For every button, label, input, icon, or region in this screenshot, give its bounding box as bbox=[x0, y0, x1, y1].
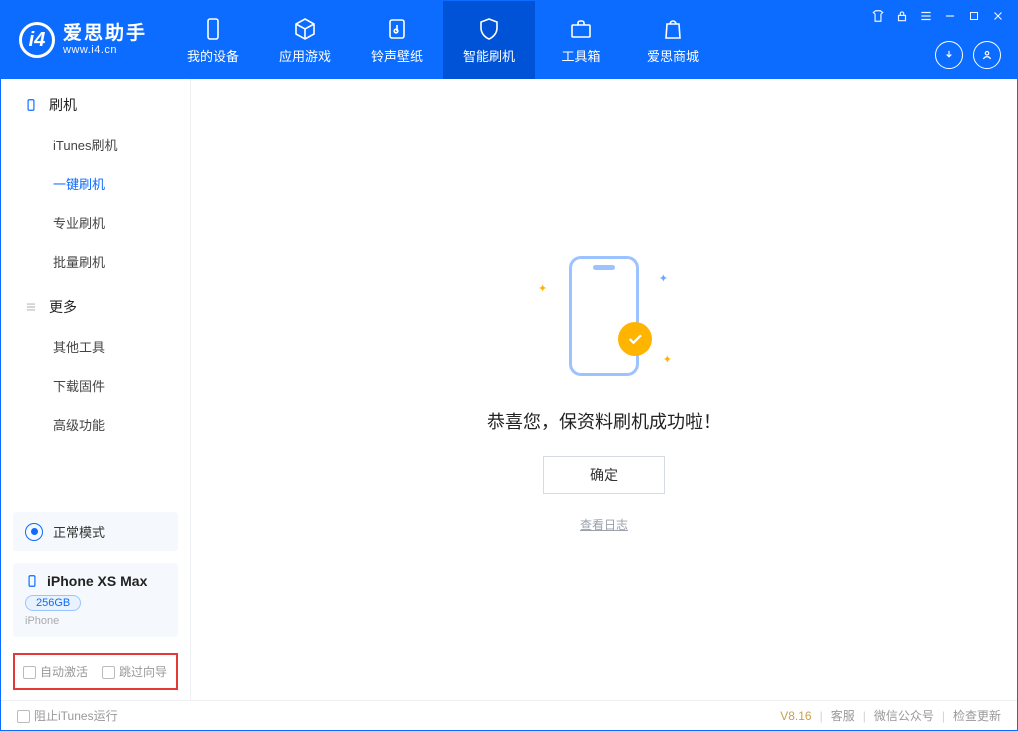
device-name: iPhone XS Max bbox=[47, 573, 147, 589]
device-mode-card[interactable]: 正常模式 bbox=[13, 512, 178, 551]
sidebar: 刷机 iTunes刷机 一键刷机 专业刷机 批量刷机 更多 其他工具 下载固件 … bbox=[1, 79, 191, 700]
sidebar-group-flash: 刷机 bbox=[1, 79, 190, 125]
briefcase-icon bbox=[568, 16, 594, 42]
nav-label: 应用游戏 bbox=[279, 46, 331, 65]
app-header: i4 爱思助手 www.i4.cn 我的设备 应用游戏 铃声壁纸 智能刷机 工具… bbox=[1, 1, 1017, 79]
sidebar-item-advanced[interactable]: 高级功能 bbox=[1, 405, 190, 444]
sidebar-item-itunes-flash[interactable]: iTunes刷机 bbox=[1, 125, 190, 164]
sidebar-item-pro-flash[interactable]: 专业刷机 bbox=[1, 203, 190, 242]
window-controls bbox=[869, 7, 1007, 25]
ok-button[interactable]: 确定 bbox=[543, 456, 665, 494]
phone-icon bbox=[25, 574, 39, 588]
sidebar-group-label: 更多 bbox=[49, 297, 77, 317]
flash-options-row: 自动激活 跳过向导 bbox=[13, 653, 178, 690]
checkbox-block-itunes[interactable]: 阻止iTunes运行 bbox=[17, 707, 118, 724]
main-content: ✦ ✦ ✦ 恭喜您，保资料刷机成功啦！ 确定 查看日志 bbox=[191, 79, 1017, 700]
nav-label: 智能刷机 bbox=[463, 46, 515, 65]
app-body: 刷机 iTunes刷机 一键刷机 专业刷机 批量刷机 更多 其他工具 下载固件 … bbox=[1, 79, 1017, 700]
mode-indicator-icon bbox=[25, 523, 43, 541]
status-bar: 阻止iTunes运行 V8.16 | 客服 | 微信公众号 | 检查更新 bbox=[1, 700, 1017, 730]
nav-my-device[interactable]: 我的设备 bbox=[167, 1, 259, 79]
phone-icon bbox=[200, 16, 226, 42]
sidebar-group-more: 更多 bbox=[1, 281, 190, 327]
nav-smart-flash[interactable]: 智能刷机 bbox=[443, 1, 535, 79]
download-button[interactable] bbox=[935, 41, 963, 69]
sidebar-item-batch-flash[interactable]: 批量刷机 bbox=[1, 242, 190, 281]
sparkle-icon: ✦ bbox=[538, 282, 547, 295]
phone-icon bbox=[569, 256, 639, 376]
checkbox-skip-wizard[interactable]: 跳过向导 bbox=[102, 663, 167, 680]
device-storage-badge: 256GB bbox=[25, 595, 81, 611]
minimize-button[interactable] bbox=[941, 7, 959, 25]
music-note-icon bbox=[384, 16, 410, 42]
nav-label: 铃声壁纸 bbox=[371, 46, 423, 65]
user-button[interactable] bbox=[973, 41, 1001, 69]
nav-store[interactable]: 爱思商城 bbox=[627, 1, 719, 79]
close-button[interactable] bbox=[989, 7, 1007, 25]
list-icon bbox=[23, 299, 39, 315]
shield-icon bbox=[476, 16, 502, 42]
wechat-link[interactable]: 微信公众号 bbox=[874, 707, 934, 724]
menu-icon[interactable] bbox=[917, 7, 935, 25]
lock-icon[interactable] bbox=[893, 7, 911, 25]
logo-icon: i4 bbox=[19, 22, 55, 58]
sidebar-item-other-tools[interactable]: 其他工具 bbox=[1, 327, 190, 366]
nav-label: 我的设备 bbox=[187, 46, 239, 65]
success-illustration: ✦ ✦ ✦ bbox=[534, 246, 674, 386]
top-nav: 我的设备 应用游戏 铃声壁纸 智能刷机 工具箱 爱思商城 bbox=[167, 1, 719, 79]
sidebar-item-oneclick-flash[interactable]: 一键刷机 bbox=[1, 164, 190, 203]
device-type: iPhone bbox=[25, 615, 166, 627]
nav-label: 工具箱 bbox=[562, 46, 601, 65]
tshirt-icon[interactable] bbox=[869, 7, 887, 25]
version-label: V8.16 bbox=[780, 709, 811, 723]
sidebar-group-label: 刷机 bbox=[49, 95, 77, 115]
device-icon bbox=[23, 97, 39, 113]
app-title: 爱思助手 bbox=[63, 24, 147, 45]
support-link[interactable]: 客服 bbox=[831, 707, 855, 724]
sidebar-item-download-firmware[interactable]: 下载固件 bbox=[1, 366, 190, 405]
checkbox-auto-activate[interactable]: 自动激活 bbox=[23, 663, 88, 680]
device-mode-label: 正常模式 bbox=[53, 522, 105, 541]
view-log-link[interactable]: 查看日志 bbox=[580, 516, 628, 533]
nav-label: 爱思商城 bbox=[647, 46, 699, 65]
device-card[interactable]: iPhone XS Max 256GB iPhone bbox=[13, 563, 178, 637]
nav-toolbox[interactable]: 工具箱 bbox=[535, 1, 627, 79]
app-site: www.i4.cn bbox=[63, 44, 147, 56]
sparkle-icon: ✦ bbox=[663, 353, 672, 366]
success-message: 恭喜您，保资料刷机成功啦！ bbox=[487, 408, 721, 434]
nav-ringtones[interactable]: 铃声壁纸 bbox=[351, 1, 443, 79]
app-logo: i4 爱思助手 www.i4.cn bbox=[1, 1, 161, 79]
cube-icon bbox=[292, 16, 318, 42]
nav-apps-games[interactable]: 应用游戏 bbox=[259, 1, 351, 79]
check-update-link[interactable]: 检查更新 bbox=[953, 707, 1001, 724]
header-actions bbox=[935, 41, 1001, 69]
bag-icon bbox=[660, 16, 686, 42]
checkmark-badge-icon bbox=[618, 322, 652, 356]
sparkle-icon: ✦ bbox=[659, 272, 668, 285]
maximize-button[interactable] bbox=[965, 7, 983, 25]
